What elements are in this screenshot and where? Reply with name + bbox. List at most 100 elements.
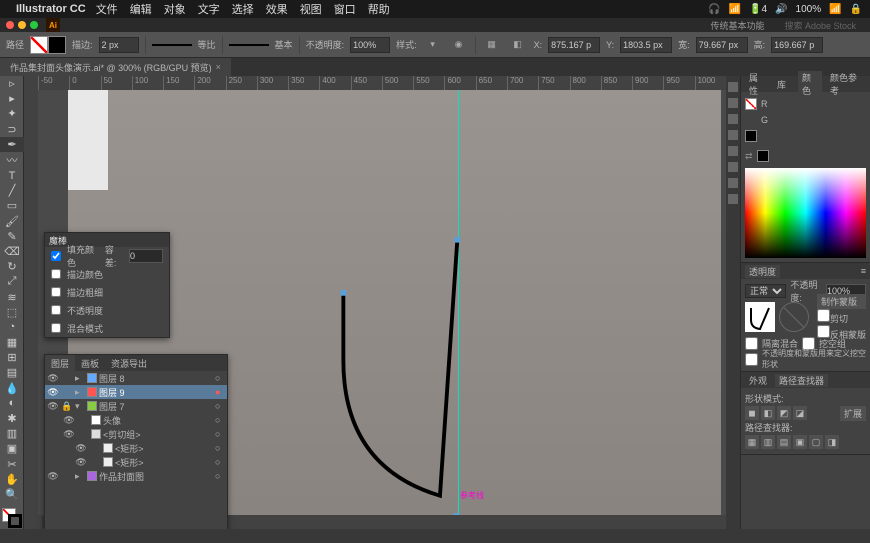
unite-icon[interactable]: ◼ xyxy=(745,406,759,420)
slice-tool[interactable]: ✂ xyxy=(0,457,24,472)
layers-panel[interactable]: 图层 画板 资源导出 👁▸图层 8○ 👁▸图层 9● 👁🔒▾图层 7○ 👁头像○… xyxy=(44,354,228,529)
menu-edit[interactable]: 编辑 xyxy=(130,1,152,17)
eraser-tool[interactable]: ⌫ xyxy=(0,244,24,259)
vertical-ruler[interactable] xyxy=(24,90,38,529)
layer-row[interactable]: 👁▸图层 8○ xyxy=(45,371,227,385)
visibility-icon[interactable]: 👁 xyxy=(47,471,59,482)
dock-icon[interactable] xyxy=(728,178,738,188)
lasso-tool[interactable]: ⊃ xyxy=(0,122,24,137)
stroke-profile-icon[interactable] xyxy=(152,44,192,46)
pen-tool[interactable]: ✒ xyxy=(0,137,24,152)
shaper-tool[interactable]: ✎ xyxy=(0,229,24,244)
x-input[interactable] xyxy=(548,37,600,53)
zoom-tool[interactable]: 🔍 xyxy=(0,487,24,502)
trim-icon[interactable]: ▥ xyxy=(761,435,775,449)
minimize-window-icon[interactable] xyxy=(18,21,26,29)
fill-swatch[interactable] xyxy=(30,36,48,54)
visibility-icon[interactable]: 👁 xyxy=(75,443,87,454)
width-tool[interactable]: ≋ xyxy=(0,289,24,304)
selection-tool[interactable]: ▹ xyxy=(0,76,24,91)
window-controls[interactable] xyxy=(6,21,38,29)
gradient-tool[interactable]: ▤ xyxy=(0,365,24,380)
opacity-checkbox[interactable] xyxy=(51,305,61,315)
menu-object[interactable]: 对象 xyxy=(164,1,186,17)
artboard-tool[interactable]: ▣ xyxy=(0,441,24,456)
ruler-origin[interactable] xyxy=(24,76,38,90)
curvature-tool[interactable]: 〰 xyxy=(0,152,24,168)
dock-icon[interactable] xyxy=(728,162,738,172)
perspective-tool[interactable]: ▦ xyxy=(0,335,24,350)
clip-checkbox[interactable] xyxy=(817,309,830,322)
stroke-swatch-icon[interactable] xyxy=(745,130,757,142)
fill-stroke-control[interactable] xyxy=(0,506,23,529)
y-input[interactable] xyxy=(620,37,672,53)
minus-front-icon[interactable]: ◧ xyxy=(761,406,775,420)
brush-tool[interactable]: 🖌 xyxy=(0,214,24,229)
divide-icon[interactable]: ▦ xyxy=(745,435,759,449)
intersect-icon[interactable]: ◩ xyxy=(777,406,791,420)
transform-icon[interactable]: ◧ xyxy=(508,36,528,54)
layer-row[interactable]: 👁头像○ xyxy=(45,413,227,427)
layer-row[interactable]: 👁<矩形>○ xyxy=(45,441,227,455)
layer-row[interactable]: 👁▸图层 9● xyxy=(45,385,227,399)
menu-select[interactable]: 选择 xyxy=(232,1,254,17)
tab-libraries[interactable]: 库 xyxy=(773,78,790,91)
stroke-weight-checkbox[interactable] xyxy=(51,287,61,297)
type-tool[interactable]: T xyxy=(0,168,24,183)
w-input[interactable] xyxy=(696,37,748,53)
dock-icon[interactable] xyxy=(728,114,738,124)
make-mask-button[interactable]: 制作蒙版 xyxy=(817,294,866,309)
menu-file[interactable]: 文件 xyxy=(96,1,118,17)
crop-icon[interactable]: ▣ xyxy=(793,435,807,449)
horizontal-ruler[interactable]: -500501001502002503003504004505005506006… xyxy=(38,76,726,90)
menu-view[interactable]: 视图 xyxy=(300,1,322,17)
graph-tool[interactable]: ▥ xyxy=(0,426,24,441)
opacity-input[interactable] xyxy=(350,37,390,53)
tab-transparency[interactable]: 透明度 xyxy=(745,265,780,278)
visibility-icon[interactable]: 👁 xyxy=(47,401,59,412)
scale-tool[interactable]: ⤢ xyxy=(0,274,24,289)
layer-row[interactable]: 👁🔒▾图层 7○ xyxy=(45,399,227,413)
expand-button[interactable]: 扩展 xyxy=(840,406,866,421)
stroke-weight-input[interactable] xyxy=(99,37,139,53)
lock-icon[interactable]: 🔒 xyxy=(61,401,73,412)
align-icon[interactable]: ▦ xyxy=(482,36,502,54)
minus-back-icon[interactable]: ◨ xyxy=(825,435,839,449)
tab-pathfinder[interactable]: 路径查找器 xyxy=(775,374,828,387)
blend-tool[interactable]: ◐ xyxy=(0,396,24,411)
search-stock-input[interactable]: 搜索 Adobe Stock xyxy=(784,19,856,32)
last-color-icon[interactable] xyxy=(757,150,769,162)
blend-checkbox[interactable] xyxy=(51,323,61,333)
dock-icon[interactable] xyxy=(728,194,738,204)
tolerance-input[interactable] xyxy=(129,249,163,263)
tab-layers[interactable]: 图层 xyxy=(45,355,75,371)
stroke-color-icon[interactable] xyxy=(8,514,22,528)
menu-window[interactable]: 窗口 xyxy=(334,1,356,17)
color-spectrum[interactable] xyxy=(745,168,866,258)
style-dropdown[interactable]: ▾ xyxy=(423,36,443,54)
merge-icon[interactable]: ▤ xyxy=(777,435,791,449)
exclude-icon[interactable]: ◪ xyxy=(793,406,807,420)
panel-menu-icon[interactable]: ≡ xyxy=(861,266,866,276)
visibility-icon[interactable]: 👁 xyxy=(75,457,87,468)
free-transform-tool[interactable]: ⬚ xyxy=(0,305,24,320)
recolor-icon[interactable]: ◉ xyxy=(449,36,469,54)
direct-select-tool[interactable]: ▸ xyxy=(0,91,24,106)
stroke-color-checkbox[interactable] xyxy=(51,269,61,279)
hand-tool[interactable]: ✋ xyxy=(0,472,24,487)
vertical-guide[interactable] xyxy=(458,90,459,515)
tab-properties[interactable]: 属性 xyxy=(745,71,769,97)
magic-wand-tool[interactable]: ✦ xyxy=(0,106,24,121)
menu-effect[interactable]: 效果 xyxy=(266,1,288,17)
tab-artboards[interactable]: 画板 xyxy=(75,355,105,371)
outline-icon[interactable]: ▢ xyxy=(809,435,823,449)
workspace-label[interactable]: 传统基本功能 xyxy=(710,19,764,32)
visibility-icon[interactable]: 👁 xyxy=(47,373,59,384)
mesh-tool[interactable]: ⊞ xyxy=(0,350,24,365)
maximize-window-icon[interactable] xyxy=(30,21,38,29)
symbol-sprayer-tool[interactable]: ✱ xyxy=(0,411,24,426)
tab-color[interactable]: 颜色 xyxy=(798,71,822,97)
menu-help[interactable]: 帮助 xyxy=(368,1,390,17)
fill-color-checkbox[interactable] xyxy=(51,251,61,261)
eyedropper-tool[interactable]: 💧 xyxy=(0,381,24,396)
